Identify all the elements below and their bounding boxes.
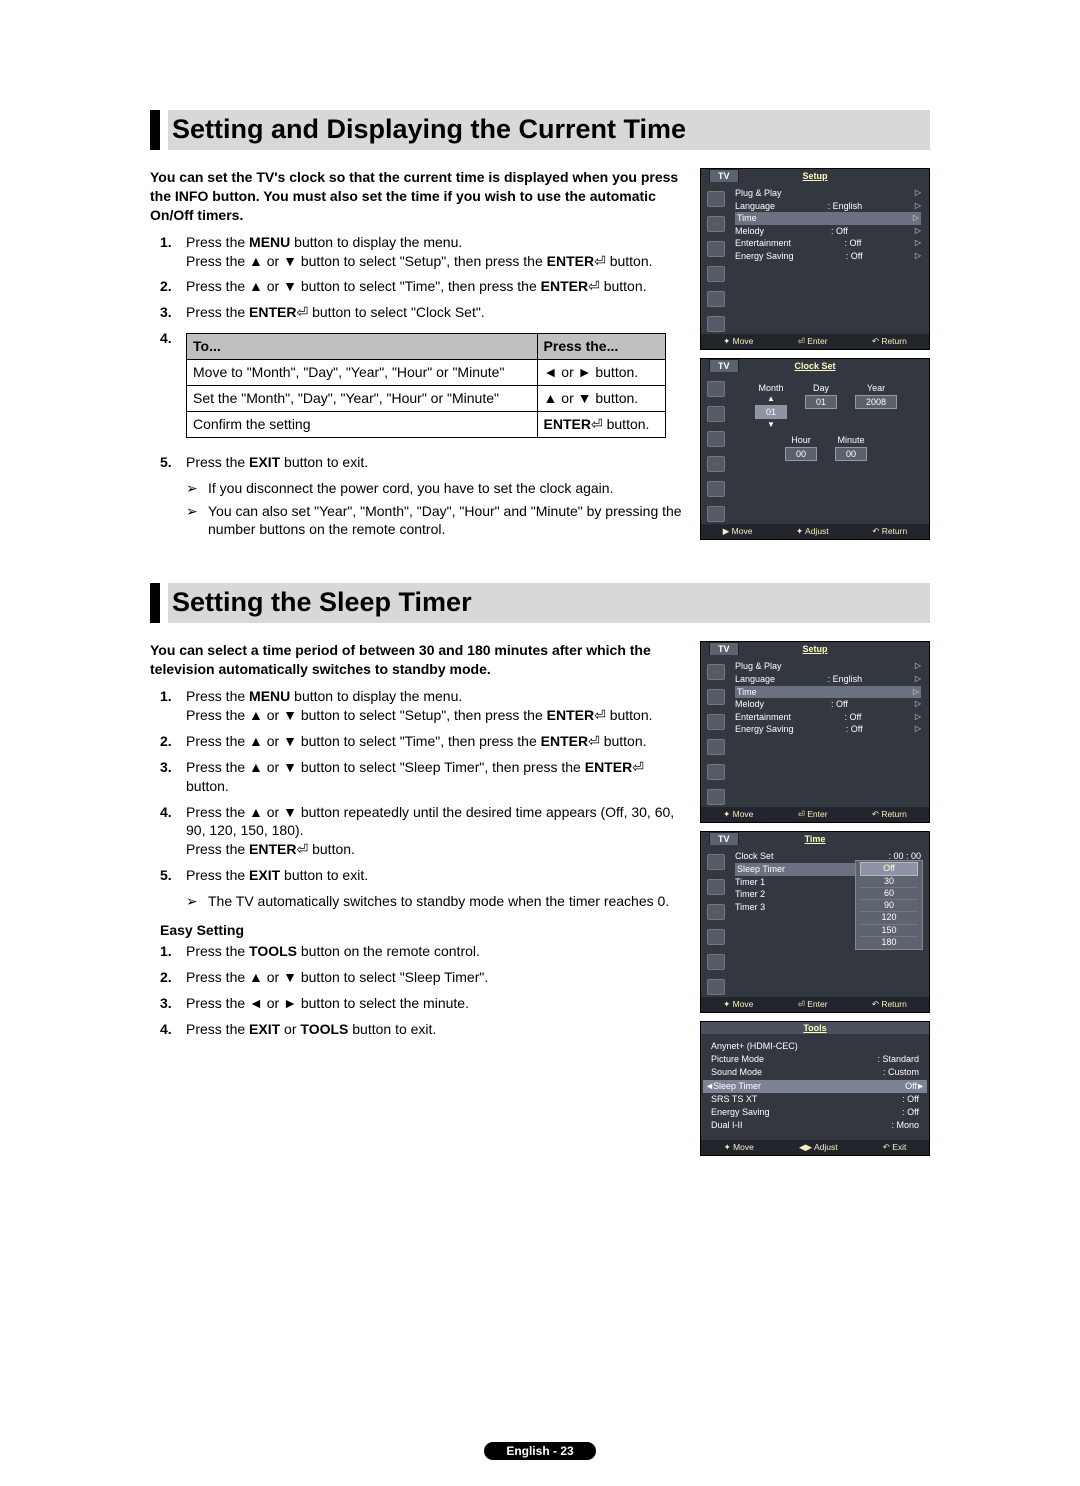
osd-time: TV Time Clock Set: 00 : 00 [700, 831, 930, 1013]
osd-icon [707, 431, 725, 447]
osd-icon [707, 979, 725, 995]
step-4-table: To... Press the... Move to "Month", "Day… [186, 333, 666, 438]
osd-setup: TV Setup Plug & Play▷ Language: English▷ [700, 168, 930, 350]
note-icon: ➢ [186, 892, 208, 911]
osd-icon [707, 904, 725, 920]
osd-icon [707, 789, 725, 805]
section-2-intro: You can select a time period of between … [150, 641, 686, 679]
osd-icon [707, 689, 725, 705]
section-1-intro: You can set the TV's clock so that the c… [150, 168, 686, 225]
enter-icon: ⏎ [296, 304, 308, 320]
osd-icon [707, 854, 725, 870]
page-footer: English - 23 [0, 1442, 1080, 1460]
osd-icon [707, 739, 725, 755]
osd-tools: Tools Anynet+ (HDMI-CEC) Picture Mode: S… [700, 1021, 930, 1155]
section-1-title: Setting and Displaying the Current Time [168, 110, 930, 150]
section-2-title: Setting the Sleep Timer [168, 583, 930, 623]
osd-icon [707, 381, 725, 397]
enter-icon: ⏎ [591, 416, 603, 432]
osd-setup-2: TV Setup Plug & Play▷ [700, 641, 930, 823]
enter-icon: ⏎ [594, 707, 606, 723]
osd-icon [707, 664, 725, 680]
osd-icon [707, 764, 725, 780]
osd-icon [707, 879, 725, 895]
sleep-timer-popup: Off 30 60 90 120 150 180 [855, 860, 923, 950]
enter-icon: ⏎ [632, 759, 644, 775]
osd-icon [707, 714, 725, 730]
osd-clock-set: TV Clock Set Month▲01▼ Day01 [700, 358, 930, 540]
osd-icon [707, 216, 725, 232]
osd-icon [707, 241, 725, 257]
enter-icon: ⏎ [588, 733, 600, 749]
osd-icon [707, 929, 725, 945]
section-2-header: Setting the Sleep Timer [150, 583, 930, 623]
section-1-body: You can set the TV's clock so that the c… [150, 168, 686, 543]
note-icon: ➢ [186, 479, 208, 498]
section-2-body: You can select a time period of between … [150, 641, 686, 1045]
note-icon: ➢ [186, 502, 208, 540]
section-1-header: Setting and Displaying the Current Time [150, 110, 930, 150]
enter-icon: ⏎ [588, 278, 600, 294]
enter-icon: ⏎ [296, 841, 308, 857]
osd-icon [707, 954, 725, 970]
osd-icon [707, 316, 725, 332]
osd-icon [707, 266, 725, 282]
easy-setting-head: Easy Setting [160, 921, 686, 940]
osd-icon [707, 291, 725, 307]
osd-icon [707, 191, 725, 207]
osd-icon [707, 456, 725, 472]
osd-icon [707, 481, 725, 497]
enter-icon: ⏎ [594, 253, 606, 269]
osd-icon [707, 406, 725, 422]
osd-icon [707, 506, 725, 522]
